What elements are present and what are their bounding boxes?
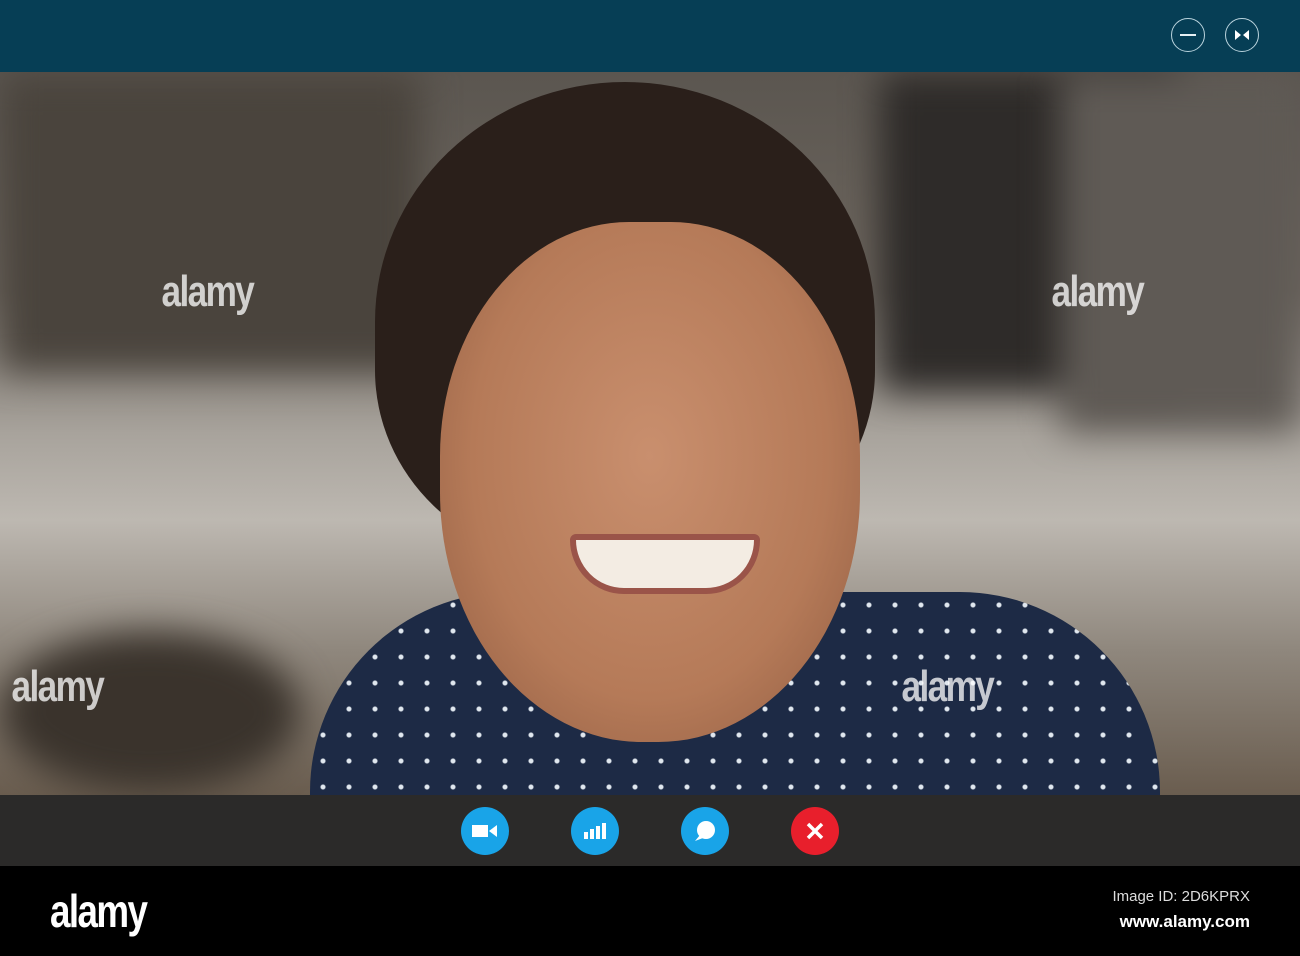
close-x-icon (806, 822, 824, 839)
watermark: alamy (901, 662, 994, 711)
bowtie-collapse-icon (1235, 30, 1249, 40)
end-call-button[interactable] (791, 806, 839, 855)
video-camera-icon (472, 824, 497, 837)
minimize-button[interactable] (1171, 18, 1205, 52)
alamy-logo: alamy (50, 885, 148, 937)
watermark: alamy (1051, 267, 1144, 316)
restore-button[interactable] (1225, 18, 1259, 52)
image-id: Image ID: 2D6KPRX (1112, 888, 1250, 905)
watermark: alamy (11, 662, 104, 711)
footer: alamy Image ID: 2D6KPRX www.alamy.com (0, 866, 1300, 956)
call-controls (0, 795, 1300, 866)
title-bar (0, 0, 1300, 72)
site-url: www.alamy.com (1119, 912, 1250, 931)
chat-bubble-icon (695, 820, 715, 841)
person-face (440, 222, 860, 742)
video-camera-button[interactable] (461, 806, 509, 855)
watermark: alamy (161, 267, 254, 316)
video-feed: alamy alamy alamy alamy (0, 72, 1300, 795)
person-smile (570, 534, 760, 594)
signal-button[interactable] (571, 806, 619, 855)
minus-icon (1180, 34, 1196, 36)
signal-bars-icon (584, 822, 606, 839)
chat-button[interactable] (681, 806, 729, 855)
